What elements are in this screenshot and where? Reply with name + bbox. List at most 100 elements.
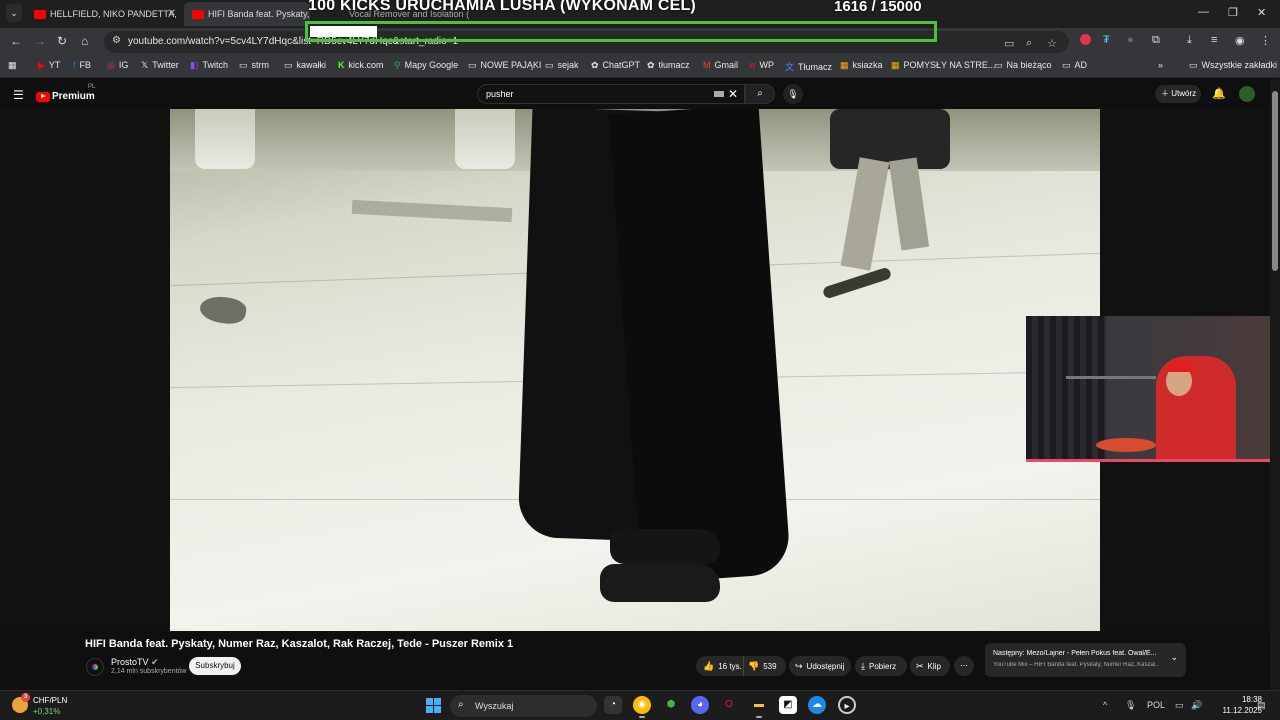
bookmark-na-biezaco[interactable]: ▭ Na bieżąco (994, 60, 1052, 71)
bookmark-label: AD (1074, 60, 1088, 70)
extension-icon[interactable]: ● (1127, 34, 1134, 46)
clear-search-icon[interactable]: ✕ (728, 87, 738, 101)
capcut-icon[interactable]: ◩ (779, 696, 797, 714)
close-window-icon[interactable]: ✕ (1257, 6, 1266, 19)
bookmark-gmail[interactable]: M Gmail (703, 60, 738, 70)
minimize-icon[interactable]: — (1198, 6, 1209, 18)
task-view-icon[interactable]: ◔ (604, 696, 622, 714)
media-player-icon[interactable]: ▸ (838, 696, 856, 714)
notification-center-icon[interactable]: ▤ (1257, 700, 1266, 711)
share-button[interactable]: ↪ Udostępnij (789, 656, 851, 676)
bookmark-chatgpt[interactable]: ✿ ChatGPT (591, 60, 640, 71)
extensions-puzzle-icon[interactable]: ⧉ (1152, 34, 1160, 47)
widgets-badge: 3 (21, 693, 30, 702)
create-button[interactable]: ＋ Utwórz (1155, 85, 1201, 103)
user-avatar[interactable] (1239, 86, 1255, 102)
chrome-icon[interactable]: ◉ (633, 696, 651, 718)
more-actions-button[interactable]: ⋯ (954, 656, 974, 676)
all-bookmarks[interactable]: ▭ Wszystkie zakładki (1189, 60, 1277, 71)
ticker-name[interactable]: CHF/PLN (33, 696, 67, 705)
browser-tab-active[interactable]: HIFI Banda feat. Pyskaty, Num (184, 2, 310, 26)
menu-dots-icon[interactable]: ⋮ (1260, 34, 1271, 47)
network-icon[interactable]: ▭ (1175, 700, 1184, 711)
channel-avatar[interactable] (86, 658, 104, 676)
youtube-premium-logo[interactable]: Premium PL (36, 84, 95, 106)
bookmark-fb[interactable]: f FB (73, 60, 91, 70)
up-next-title: Następny: Mezo/Lajner - Pełen Pokus feat… (993, 650, 1157, 657)
bookmark-maps[interactable]: ⚲ Mapy Google (394, 60, 458, 71)
file-explorer-icon[interactable]: ▬ (750, 696, 768, 718)
page-scrollbar[interactable] (1270, 79, 1280, 690)
search-query: pusher (486, 89, 514, 99)
search-button[interactable]: ⌕ (745, 84, 775, 104)
notifications-bell-icon[interactable]: 🔔 (1212, 87, 1226, 100)
bookmark-ad[interactable]: ▭ AD (1062, 60, 1087, 71)
shield-app-icon[interactable]: ⬢ (662, 696, 680, 714)
channel-name-text: ProstoTV (111, 657, 149, 667)
forward-icon[interactable]: → (34, 34, 46, 48)
bookmark-nowe-pajaki[interactable]: ▭ NOWE PAJĄKI (468, 60, 541, 71)
tray-overflow-icon[interactable]: ^ (1103, 700, 1107, 710)
opera-icon[interactable]: O (720, 696, 738, 714)
tab-title: HELLFIELD, NIKO PANDETTA, M (50, 9, 180, 19)
bookmark-twitch[interactable]: ◧ Twitch (190, 60, 228, 71)
windows-start-icon[interactable] (426, 698, 441, 713)
taskbar-search[interactable]: ⌕ Wyszukaj (450, 695, 597, 717)
clock-date[interactable]: 11.12.2025 (1202, 706, 1262, 715)
bookmark-label: kick.com (348, 60, 384, 70)
logo-text: Premium (52, 91, 95, 103)
media-control-icon[interactable]: ≡ (1211, 34, 1217, 46)
bookmark-strm[interactable]: ▭ strm (239, 60, 269, 71)
channel-name[interactable]: ProstoTV ✔ (111, 657, 159, 668)
folder-icon: ▭ (468, 60, 477, 70)
scroll-thumb[interactable] (1272, 91, 1278, 271)
restore-icon[interactable]: ❐ (1228, 6, 1238, 19)
volume-icon[interactable]: 🔊 (1191, 700, 1202, 711)
bookmark-kick[interactable]: Kkick.com (338, 60, 384, 70)
bookmark-ig[interactable]: ◎ IG (107, 60, 128, 71)
bookmark-label: kawałki (296, 60, 327, 70)
bookmark-sejak[interactable]: ▭ sejak (545, 60, 579, 71)
extension-icon[interactable]: ₮ (1103, 34, 1110, 46)
microphone-icon[interactable]: 🎙 (1125, 700, 1136, 711)
profile-icon[interactable]: ◉ (1235, 34, 1245, 47)
clip-button[interactable]: ✂ Klip (910, 656, 950, 676)
up-next-card[interactable]: Następny: Mezo/Lajner - Pełen Pokus feat… (985, 643, 1186, 677)
back-icon[interactable]: ← (10, 34, 22, 48)
tab-search-button[interactable]: ⌄ (6, 4, 22, 22)
site-info-icon[interactable]: ⚙ (112, 35, 121, 46)
cast-icon[interactable]: ▭ (1004, 37, 1014, 50)
cloud-app-icon[interactable]: ☁ (808, 696, 826, 714)
voice-search-button[interactable]: 🎙 (783, 84, 803, 104)
star-icon[interactable]: ☆ (1047, 37, 1057, 50)
language-indicator[interactable]: POL (1147, 700, 1165, 710)
bookmark-yt[interactable]: ▶ YT (38, 60, 60, 71)
search-icon: ⌕ (757, 88, 763, 99)
bookmark-pomysly[interactable]: ▦ POMYSŁY NA STRE... (891, 60, 995, 71)
bookmark-tlumacz[interactable]: 文 Tłumacz (785, 60, 832, 73)
apps-grid-icon[interactable]: ▦ (8, 60, 17, 71)
hamburger-menu-icon[interactable]: ☰ (13, 88, 24, 102)
more-bookmarks-icon[interactable]: » (1158, 60, 1163, 70)
reload-icon[interactable]: ↻ (57, 34, 67, 48)
bookmark-kawalki[interactable]: ▭ kawałki (284, 60, 326, 71)
zoom-icon[interactable]: ⌕ (1026, 37, 1032, 50)
browser-tab[interactable]: HELLFIELD, NIKO PANDETTA, M ✕ (30, 2, 180, 26)
bookmark-wp[interactable]: w WP (749, 60, 774, 70)
bookmark-ksiazka[interactable]: ▦ ksiazka (840, 60, 883, 71)
search-input[interactable]: pusher ✕ (477, 84, 745, 104)
record-extension-icon[interactable] (1080, 34, 1091, 48)
like-button[interactable]: 👍 16 tys. (696, 656, 744, 676)
home-icon[interactable]: ⌂ (81, 34, 88, 48)
clock-time[interactable]: 18:38 (1222, 695, 1262, 704)
dislike-button[interactable]: 👎 539 (748, 656, 784, 676)
bookmark-twitter[interactable]: 𝕏 Twitter (141, 60, 179, 71)
download-icon[interactable]: ⤓ (1187, 34, 1192, 47)
bookmark-tlumacz-gpt[interactable]: ✿ tłumacz (647, 60, 690, 71)
close-icon[interactable]: ✕ (168, 2, 176, 26)
subscribe-button[interactable]: Subskrybuj (189, 657, 241, 675)
keyboard-icon[interactable] (714, 91, 724, 97)
chevron-down-icon[interactable]: ⌄ (1170, 652, 1178, 663)
download-button[interactable]: ⤓ Pobierz (855, 656, 907, 676)
discord-icon[interactable]: ◕ (691, 696, 709, 714)
